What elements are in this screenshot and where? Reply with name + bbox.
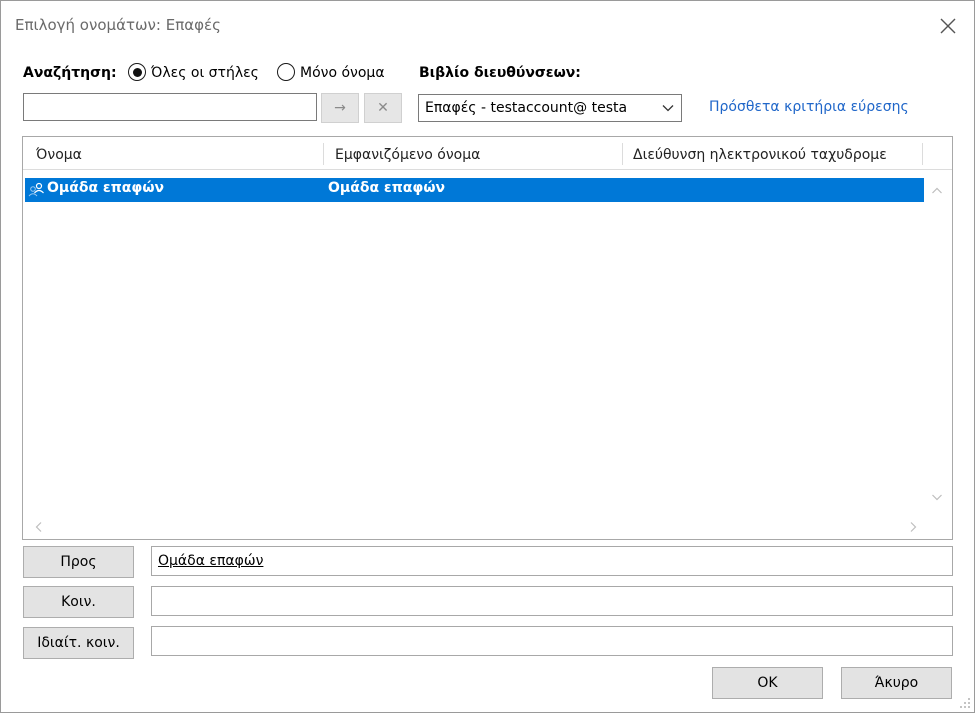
column-header-email[interactable]: Διεύθυνση ηλεκτρονικού ταχυδρομε xyxy=(633,137,921,169)
horizontal-scrollbar[interactable] xyxy=(25,515,928,537)
clear-search-button[interactable]: ✕ xyxy=(364,93,402,123)
chevron-up-icon[interactable] xyxy=(931,185,943,197)
resize-grip-icon[interactable] xyxy=(959,697,971,709)
radio-all-columns[interactable]: Όλες οι στήλες xyxy=(128,63,273,83)
close-icon: ✕ xyxy=(377,100,389,116)
select-names-dialog: Επιλογή ονομάτων: Επαφές Αναζήτηση: Όλες… xyxy=(0,0,975,713)
chevron-right-icon[interactable] xyxy=(907,521,919,533)
list-column-header: Όνομα Εμφανιζόμενο όνομα Διεύθυνση ηλεκτ… xyxy=(23,137,952,170)
cc-field[interactable] xyxy=(151,586,953,616)
arrow-right-icon: → xyxy=(334,100,346,116)
cancel-button[interactable]: Άκυρο xyxy=(841,667,952,699)
ok-button[interactable]: OK xyxy=(712,667,823,699)
list-item[interactable]: Ομάδα επαφών Ομάδα επαφών xyxy=(25,178,924,202)
chevron-down-icon xyxy=(662,105,674,112)
radio-all-columns-label: Όλες οι στήλες xyxy=(151,65,259,81)
bcc-field[interactable] xyxy=(151,626,953,656)
chevron-left-icon[interactable] xyxy=(33,521,45,533)
to-field[interactable]: Ομάδα επαφών xyxy=(151,546,953,576)
radio-selected-icon xyxy=(128,63,146,81)
contact-group-icon xyxy=(28,182,44,197)
to-recipient[interactable]: Ομάδα επαφών xyxy=(158,553,263,569)
address-book-label: Βιβλίο διευθύνσεων: xyxy=(419,65,581,81)
search-label: Αναζήτηση: xyxy=(23,65,117,81)
radio-name-only-label: Μόνο όνομα xyxy=(300,65,385,81)
dialog-title: Επιλογή ονομάτων: Επαφές xyxy=(15,16,221,34)
to-button[interactable]: Προς xyxy=(23,546,134,578)
bcc-button[interactable]: Ιδιαίτ. κοιν. xyxy=(23,627,134,659)
advanced-find-link[interactable]: Πρόσθετα κριτήρια εύρεσης xyxy=(709,99,909,115)
close-icon[interactable] xyxy=(937,15,959,37)
search-input[interactable] xyxy=(23,93,317,121)
column-header-display-name[interactable]: Εμφανιζόμενο όνομα xyxy=(335,137,620,169)
cc-button[interactable]: Κοιν. xyxy=(23,586,134,618)
address-book-value: Επαφές - testaccount@ testa xyxy=(425,100,628,116)
radio-name-only[interactable]: Μόνο όνομα xyxy=(277,63,407,83)
radio-unselected-icon xyxy=(277,63,295,81)
row-name: Ομάδα επαφών xyxy=(47,180,165,196)
chevron-down-icon[interactable] xyxy=(931,491,943,503)
title-bar: Επιλογή ονομάτων: Επαφές xyxy=(1,1,974,51)
names-list: Όνομα Εμφανιζόμενο όνομα Διεύθυνση ηλεκτ… xyxy=(22,136,953,540)
column-header-name[interactable]: Όνομα xyxy=(36,137,326,169)
vertical-scrollbar[interactable] xyxy=(928,177,946,515)
go-button[interactable]: → xyxy=(321,93,359,123)
address-book-select[interactable]: Επαφές - testaccount@ testa xyxy=(418,94,682,122)
row-display-name: Ομάδα επαφών xyxy=(328,180,446,196)
